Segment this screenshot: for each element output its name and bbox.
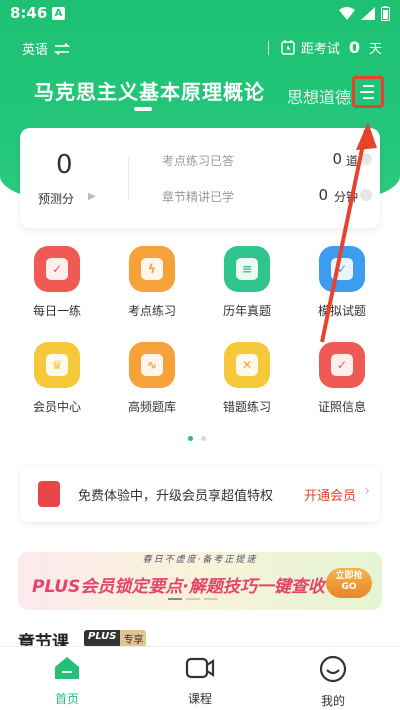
calendar-clock-icon (281, 40, 295, 55)
feature-label: 会员中心 (32, 400, 81, 414)
feature-label: 错题练习 (222, 400, 271, 414)
tab-indicator (134, 107, 152, 111)
banner-dot-active (168, 598, 182, 600)
top-bar: 英语 距考试 0 天 (0, 38, 400, 60)
banner-subtitle: 春日不虚度·备考正提速 (142, 555, 258, 565)
bottom-nav: 首页 课程 我的 (0, 646, 400, 710)
swap-icon (54, 42, 71, 55)
exam-unit: 天 (368, 42, 382, 57)
crown-icon: ♛ (34, 342, 80, 388)
banner-button-line1: 立即抢 (335, 571, 363, 581)
vip-promo-bar[interactable]: 免费体验中，升级会员享超值特权 开通会员 › (20, 466, 380, 522)
plus-badge-label: PLUS (84, 630, 121, 647)
practice-stat[interactable]: 考点练习已答 0 道 (162, 150, 372, 170)
subject-tabs: 马克思主义基本原理概论 思想道德 (0, 76, 400, 116)
pulse-icon: ∿ (129, 342, 175, 388)
feature-label: 每日一练 (32, 304, 81, 318)
page-indicator (188, 436, 206, 441)
banner-dot (204, 598, 218, 600)
checklist-icon: ✓ (319, 246, 365, 292)
banner-indicator (168, 598, 218, 600)
lightning-icon: ϟ (129, 246, 175, 292)
feature-past-exams[interactable]: ≡ 历年真题 (212, 246, 282, 319)
tab-other-subject[interactable]: 思想道德 (287, 84, 351, 108)
feature-label: 历年真题 (222, 304, 271, 318)
banner-title: PLUS会员锁定要点·解题技巧一键查收 (32, 577, 325, 597)
smiley-icon (319, 655, 347, 683)
feature-topic-practice[interactable]: ϟ 考点练习 (117, 246, 187, 319)
triangle-right-icon: ▶ (88, 191, 96, 202)
shield-check-icon: ✓ (319, 342, 365, 388)
divider (128, 158, 129, 200)
promo-banner[interactable]: 春日不虚度·备考正提速 PLUS会员锁定要点·解题技巧一键查收 立即抢 GO (18, 552, 382, 610)
nav-mine-label: 我的 (320, 694, 345, 708)
chapter-label: 章节精讲已学 (162, 190, 235, 204)
practice-label: 考点练习已答 (162, 154, 235, 168)
nav-course[interactable]: 课程 (170, 655, 230, 707)
predicted-score-label[interactable]: 预测分 (38, 190, 74, 207)
subject-menu-button[interactable] (352, 76, 384, 108)
feature-label: 模拟试题 (317, 304, 366, 318)
chevron-right-icon (360, 189, 372, 201)
chapter-unit: 分钟 (333, 190, 358, 204)
divider (267, 40, 269, 55)
wifi-icon (339, 7, 355, 20)
plus-badge-text: 专享 (120, 630, 147, 647)
chapter-value: 0 (318, 186, 328, 204)
nav-course-label: 课程 (187, 692, 212, 706)
tab-active-subject[interactable]: 马克思主义基本原理概论 (34, 76, 265, 105)
signal-icon (361, 7, 375, 20)
open-membership-link[interactable]: 开通会员 (304, 485, 356, 504)
nav-mine[interactable]: 我的 (303, 655, 363, 709)
notification-icon: A (52, 7, 65, 20)
status-icons (339, 6, 390, 21)
stats-card: 0 预测分 ▶ 考点练习已答 0 道 章节精讲已学 0 分钟 (20, 128, 380, 228)
feature-label: 高频题库 (127, 400, 176, 414)
feature-label: 考点练习 (127, 304, 176, 318)
feature-label: 证照信息 (317, 400, 366, 414)
feature-wrong-questions[interactable]: ✕ 错题练习 (212, 342, 282, 415)
document-icon: ≡ (224, 246, 270, 292)
page-dot (201, 436, 206, 441)
exam-countdown[interactable]: 距考试 0 天 (267, 38, 382, 57)
vip-card-icon (38, 481, 60, 507)
video-icon (185, 657, 215, 679)
feature-member-center[interactable]: ♛ 会员中心 (22, 342, 92, 415)
vip-promo-text: 免费体验中，升级会员享超值特权 (78, 489, 274, 504)
chapter-stat[interactable]: 章节精讲已学 0 分钟 (162, 186, 372, 206)
banner-dot (186, 598, 200, 600)
feature-certificate-info[interactable]: ✓ 证照信息 (307, 342, 377, 415)
battery-icon (381, 6, 390, 21)
feature-frequent-questions[interactable]: ∿ 高频题库 (117, 342, 187, 415)
predicted-score: 0 (56, 150, 73, 180)
menu-icon (360, 85, 374, 99)
banner-go-button[interactable]: 立即抢 GO (326, 568, 372, 598)
feature-mock-exams[interactable]: ✓ 模拟试题 (307, 246, 377, 319)
plus-badge: PLUS 专享 (84, 630, 147, 647)
chevron-right-icon (360, 153, 372, 165)
language-switch[interactable]: 英语 (22, 39, 71, 58)
home-icon (55, 657, 79, 679)
feature-daily-practice[interactable]: ✓ 每日一练 (22, 246, 92, 319)
x-mark-icon: ✕ (224, 342, 270, 388)
exam-days: 0 (348, 38, 360, 57)
practice-unit: 道 (345, 154, 358, 168)
nav-home[interactable]: 首页 (37, 655, 97, 707)
practice-value: 0 (332, 150, 342, 168)
language-label: 英语 (22, 43, 49, 58)
nav-home-label: 首页 (54, 692, 79, 706)
exam-label: 距考试 (300, 42, 340, 57)
status-time: 8:46 (10, 4, 48, 22)
calendar-icon: ✓ (34, 246, 80, 292)
status-bar: 8:46 A (0, 0, 400, 28)
chevron-right-icon: › (364, 483, 370, 499)
banner-button-line2: GO (341, 581, 357, 592)
page-dot-active (188, 436, 193, 441)
